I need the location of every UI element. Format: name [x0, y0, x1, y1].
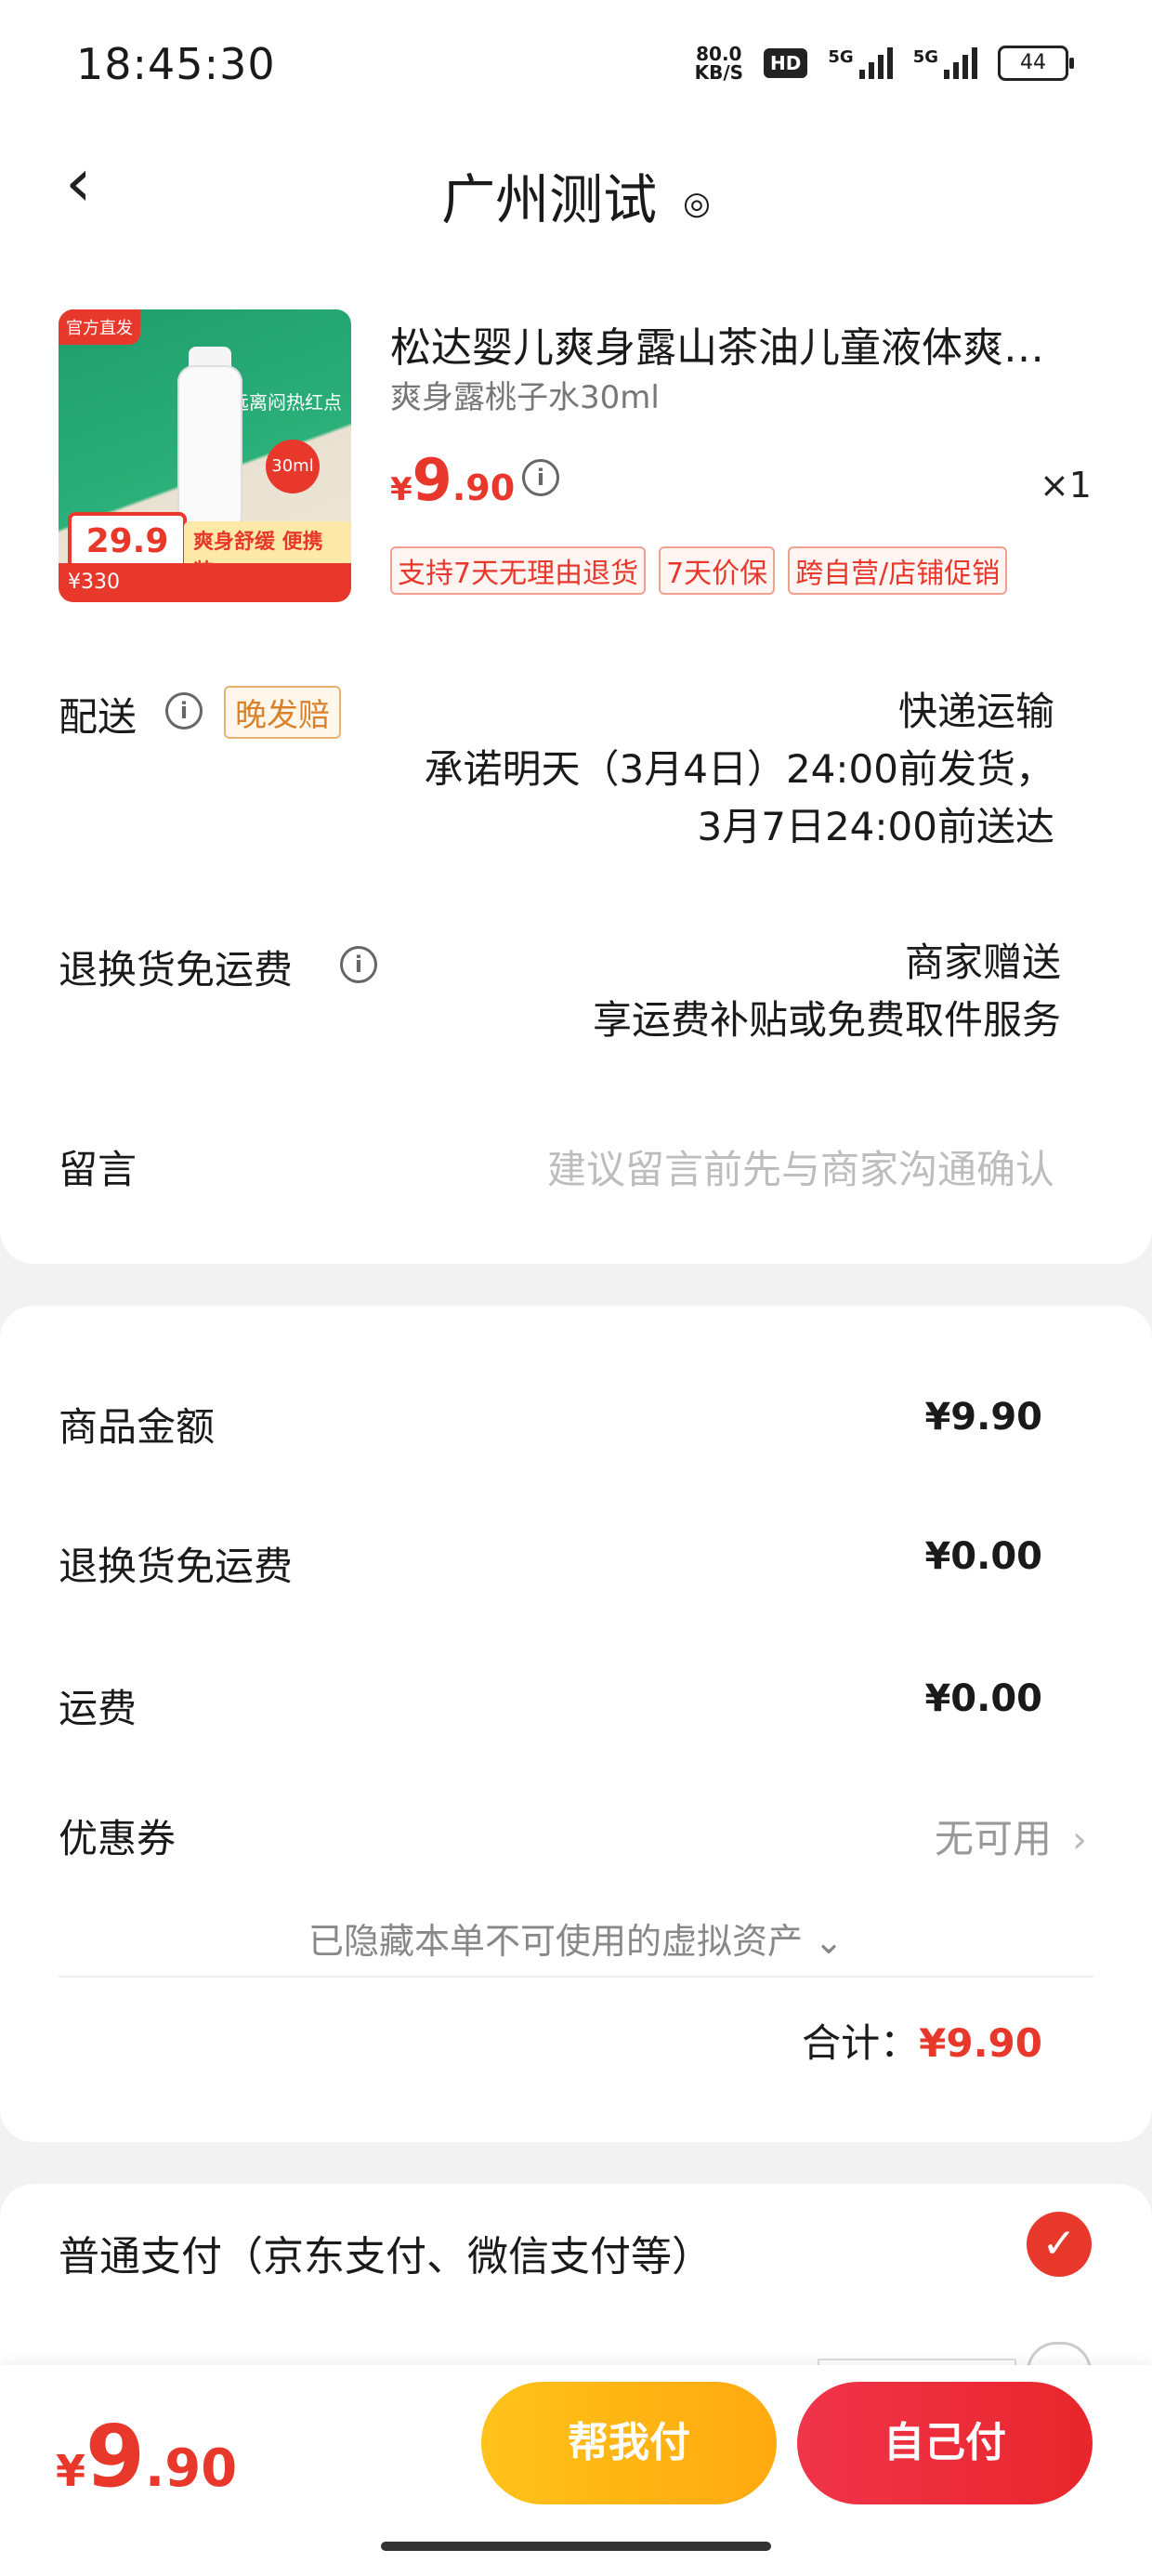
- return-shipping-label: 退换货免运费: [59, 947, 294, 992]
- return-shipping-value: 商家赠送: [904, 940, 1061, 985]
- return-fee-value: ¥0.00: [924, 1535, 1042, 1578]
- image-corner-label: 官方直发: [59, 309, 140, 345]
- bottom-price-dec: .90: [145, 2438, 238, 2499]
- shipping-fee-value: ¥0.00: [924, 1677, 1042, 1720]
- coupon-row[interactable]: 优惠券 无可用 ›: [59, 1807, 1087, 1864]
- product-title[interactable]: 松达婴儿爽身露山茶油儿童液体爽…: [390, 314, 1059, 374]
- product-spec: 爽身露桃子水30ml: [390, 379, 660, 416]
- service-tag: 支持7天无理由退货: [390, 546, 647, 595]
- image-ml-badge: 30ml: [266, 440, 320, 493]
- bottom-total-price: ¥9.90: [56, 2407, 237, 2506]
- return-fee-label: 退换货免运费: [59, 1544, 294, 1589]
- hidden-assets-toggle[interactable]: 已隐藏本单不可使用的虚拟资产 ⌄: [0, 1912, 1152, 1964]
- goods-amount-label: 商品金额: [59, 1404, 216, 1450]
- status-icons: 80.0 KB/S HD 5G 5G 44: [695, 45, 1074, 82]
- image-banner: ¥330: [59, 563, 351, 602]
- location-pin-icon: ◎: [683, 184, 711, 222]
- service-tag: 跨自营/店铺促销: [788, 546, 1008, 595]
- battery-icon: 44: [998, 46, 1074, 81]
- message-label: 留言: [59, 1147, 137, 1192]
- goods-amount-value: ¥9.90: [924, 1396, 1042, 1439]
- chevron-right-icon: ›: [1072, 1819, 1087, 1861]
- signal-icon: 5G: [828, 47, 893, 79]
- divider: [59, 1976, 1093, 1978]
- signal-label: 5G: [828, 47, 854, 67]
- delivery-promise-1: 承诺明天（3月4日）24:00前发货，: [424, 746, 1054, 792]
- price-int: 9: [412, 446, 452, 514]
- network-speed-unit: KB/S: [694, 61, 744, 84]
- delivery-info[interactable]: 快递运输 承诺明天（3月4日）24:00前发货， 3月7日24:00前送达: [425, 683, 1054, 856]
- shipping-fee-label: 运费: [59, 1686, 137, 1731]
- price-symbol: ¥: [390, 471, 412, 508]
- shipping-fee-row: 运费 ¥0.00: [59, 1677, 1042, 1734]
- coupon-value: 无可用: [934, 1816, 1052, 1861]
- service-tags: 支持7天无理由退货 7天价保 跨自营/店铺促销: [390, 546, 1008, 595]
- price-info-icon[interactable]: i: [522, 459, 559, 496]
- delivery-info-icon[interactable]: i: [165, 692, 203, 729]
- network-speed-value: 80.0: [696, 43, 742, 65]
- total-label: 合计：: [802, 2020, 920, 2066]
- status-bar: 18:45:30 80.0 KB/S HD 5G 5G 44: [0, 0, 1152, 130]
- status-time: 18:45:30: [76, 39, 276, 89]
- service-tag: 7天价保: [659, 546, 776, 595]
- delivery-promise-2: 3月7日24:00前送达: [697, 804, 1054, 849]
- delivery-label: 配送: [59, 694, 137, 740]
- return-fee-row: 退换货免运费 ¥0.00: [59, 1535, 1042, 1592]
- self-pay-button[interactable]: 自己付: [797, 2382, 1093, 2504]
- hd-icon: HD: [764, 48, 808, 78]
- bottom-price-int: 9: [85, 2407, 146, 2506]
- signal-label-2: 5G: [912, 47, 938, 67]
- delivery-method: 快递运输: [897, 689, 1054, 734]
- goods-amount-row: 商品金额 ¥9.90: [59, 1396, 1042, 1452]
- checkmark-icon[interactable]: ✓: [1027, 2212, 1092, 2277]
- coupon-label: 优惠券: [59, 1816, 177, 1861]
- return-shipping-info: 商家赠送 享运费补贴或免费取件服务: [593, 934, 1061, 1049]
- return-shipping-info-icon[interactable]: i: [340, 946, 377, 983]
- product-image[interactable]: 官方直发 远离闷热红点 30ml 29.9 爽身舒缓 便携装 ¥330: [59, 309, 351, 602]
- message-input[interactable]: 建议留言前先与商家沟通确认: [547, 1138, 1054, 1195]
- total-value: ¥9.90: [919, 2020, 1042, 2066]
- image-promo-text: 远离闷热红点: [230, 391, 342, 414]
- network-speed: 80.0 KB/S: [695, 45, 743, 82]
- help-pay-button[interactable]: 帮我付: [481, 2382, 777, 2504]
- home-indicator[interactable]: [381, 2542, 771, 2551]
- return-shipping-sub: 享运费补贴或免费取件服务: [592, 997, 1061, 1043]
- address-title: 广州测试: [441, 168, 658, 231]
- signal-icon-2: 5G: [913, 47, 977, 79]
- price-dec: .90: [452, 467, 516, 508]
- payment-option-label[interactable]: 普通支付（京东支付、微信支付等）: [59, 2223, 713, 2282]
- product-quantity: ×1: [1039, 465, 1092, 506]
- order-total: 合计：¥9.90: [802, 2012, 1042, 2069]
- product-price: ¥9.90: [390, 446, 515, 514]
- bottom-price-symbol: ¥: [56, 2446, 86, 2496]
- bottle-shape: [177, 365, 242, 528]
- late-compensation-badge[interactable]: 晚发赔: [224, 686, 341, 739]
